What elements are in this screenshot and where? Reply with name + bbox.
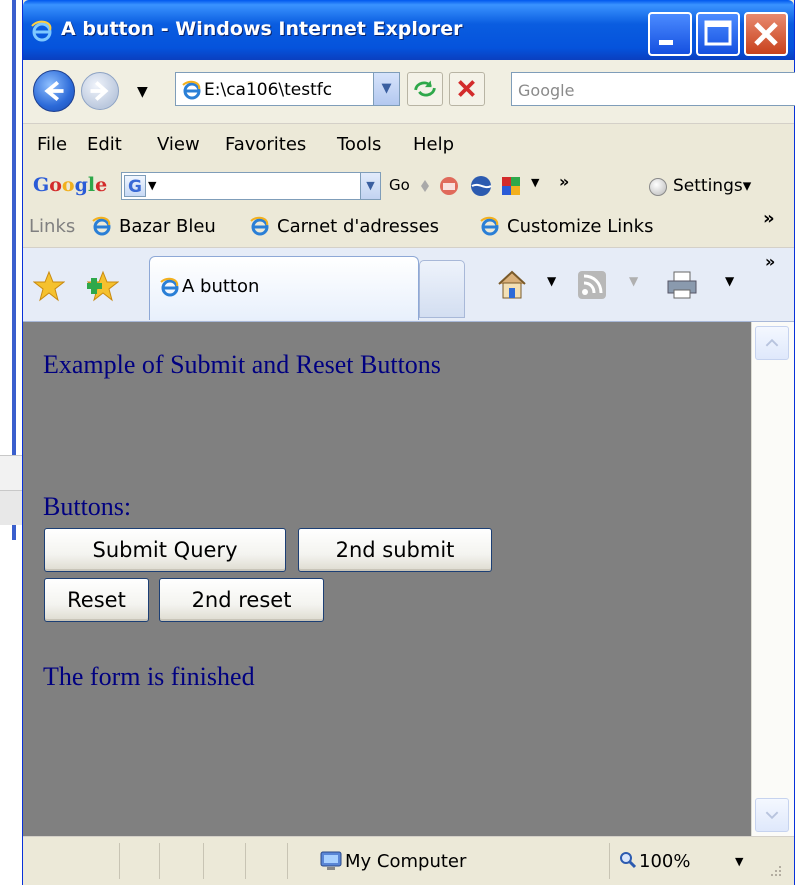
resize-grip-icon[interactable] xyxy=(763,862,785,882)
link-ie-icon xyxy=(92,216,111,236)
new-tab-button[interactable] xyxy=(419,260,465,318)
forward-arrow-icon xyxy=(90,81,109,101)
refresh-icon xyxy=(414,80,436,97)
search-box[interactable]: Google xyxy=(511,72,795,106)
tab-ie-icon xyxy=(160,277,179,297)
status-divider xyxy=(203,843,204,879)
feeds-dropdown-icon[interactable]: ▼ xyxy=(629,274,638,288)
ie-window: A button - Windows Internet Explorer ▼ E… xyxy=(22,0,795,885)
zoom-level[interactable]: 100% xyxy=(639,851,690,872)
links-bar: Links Bazar Bleu Carnet d'adresses Custo… xyxy=(23,206,794,248)
scroll-up-button[interactable] xyxy=(755,326,789,360)
google-g-icon[interactable]: G xyxy=(124,175,146,197)
status-divider xyxy=(245,843,246,879)
menu-edit[interactable]: Edit xyxy=(87,134,122,155)
status-divider xyxy=(159,843,160,879)
recent-pages-dropdown-icon[interactable]: ▼ xyxy=(137,84,148,100)
menu-file[interactable]: File xyxy=(37,134,67,155)
status-bar: My Computer 100% ▼ xyxy=(23,836,794,885)
zoom-dropdown-icon[interactable]: ▼ xyxy=(735,855,743,868)
bookmarks-dropdown-icon[interactable]: ▼ xyxy=(531,176,539,189)
feeds-icon[interactable] xyxy=(575,268,609,302)
menu-tools[interactable]: Tools xyxy=(337,134,381,155)
toolbar-separator-icon xyxy=(421,180,429,192)
stop-button[interactable] xyxy=(449,72,485,106)
title-bar[interactable]: A button - Windows Internet Explorer xyxy=(23,0,794,60)
forward-button[interactable] xyxy=(81,72,119,110)
vertical-scrollbar[interactable] xyxy=(751,322,794,836)
links-overflow-chevron[interactable]: » xyxy=(763,208,775,229)
ie-logo-icon xyxy=(31,20,52,42)
scroll-down-button[interactable] xyxy=(755,798,789,832)
links-label: Links xyxy=(29,216,76,237)
menu-bar: File Edit View Favorites Tools Help xyxy=(23,126,794,164)
status-divider xyxy=(287,843,288,879)
minimize-button[interactable] xyxy=(648,12,692,56)
address-dropdown-icon[interactable]: ▼ xyxy=(373,73,399,105)
link-bazar-bleu[interactable]: Bazar Bleu xyxy=(119,216,216,237)
second-submit-button[interactable]: 2nd submit xyxy=(298,528,492,572)
google-logo[interactable]: Google xyxy=(33,174,107,196)
google-menu-chevron-icon[interactable]: ▼ xyxy=(148,179,156,192)
maximize-icon xyxy=(704,20,732,46)
settings-button[interactable]: Settings▾ xyxy=(673,176,751,196)
navigation-bar: ▼ E:\ca106\testfc ▼ Google xyxy=(23,60,795,124)
close-button[interactable] xyxy=(744,12,788,56)
window-title: A button - Windows Internet Explorer xyxy=(61,18,463,40)
maximize-button[interactable] xyxy=(696,12,740,56)
tab-label: A button xyxy=(182,276,260,297)
address-bar[interactable]: E:\ca106\testfc ▼ xyxy=(175,72,400,106)
scroll-up-icon xyxy=(765,338,779,347)
security-zone-label: My Computer xyxy=(345,851,467,872)
bookmarks-icon[interactable] xyxy=(499,174,523,198)
back-button[interactable] xyxy=(33,70,75,112)
status-divider xyxy=(609,843,610,879)
minimize-icon xyxy=(659,40,673,45)
news-icon[interactable] xyxy=(437,174,461,198)
home-dropdown-icon[interactable]: ▼ xyxy=(547,274,556,288)
reset-button[interactable]: Reset xyxy=(44,578,149,622)
search-input[interactable]: Google xyxy=(518,81,574,100)
stop-icon xyxy=(458,80,475,97)
print-icon[interactable] xyxy=(665,268,699,302)
google-search-dropdown-icon[interactable]: ▼ xyxy=(360,173,380,199)
page-content: Example of Submit and Reset Buttons Butt… xyxy=(23,322,751,836)
link-customize-links[interactable]: Customize Links xyxy=(507,216,653,237)
tab-a-button[interactable]: A button xyxy=(149,256,419,320)
page-ie-icon xyxy=(182,80,201,100)
page-heading: Example of Submit and Reset Buttons xyxy=(43,350,441,379)
back-arrow-icon xyxy=(44,80,64,102)
google-overflow-chevron[interactable]: » xyxy=(559,172,569,191)
globe-icon[interactable] xyxy=(469,174,493,198)
form-finished-text: The form is finished xyxy=(43,662,255,691)
address-input[interactable]: E:\ca106\testfc xyxy=(204,80,366,100)
menu-favorites[interactable]: Favorites xyxy=(225,134,306,155)
print-dropdown-icon[interactable]: ▼ xyxy=(725,274,734,288)
status-divider xyxy=(119,843,120,879)
google-go-button[interactable]: Go xyxy=(389,176,410,194)
second-reset-button[interactable]: 2nd reset xyxy=(159,578,324,622)
link-carnet-adresses[interactable]: Carnet d'adresses xyxy=(277,216,439,237)
tab-overflow-chevron[interactable]: » xyxy=(765,252,775,271)
zoom-icon[interactable] xyxy=(619,851,637,869)
refresh-button[interactable] xyxy=(407,72,443,106)
my-computer-icon xyxy=(320,851,342,870)
scroll-down-icon xyxy=(765,811,779,820)
close-icon xyxy=(754,22,778,46)
menu-view[interactable]: View xyxy=(157,134,200,155)
home-icon[interactable] xyxy=(495,268,529,302)
add-favorite-icon[interactable] xyxy=(87,270,119,302)
submit-query-button[interactable]: Submit Query xyxy=(44,528,286,572)
favorites-star-icon[interactable] xyxy=(33,270,65,302)
link-ie-icon xyxy=(250,216,269,236)
link-ie-icon xyxy=(480,216,499,236)
buttons-label: Buttons: xyxy=(43,492,132,521)
settings-radio-icon xyxy=(649,178,667,196)
menu-help[interactable]: Help xyxy=(413,134,454,155)
tab-bar: A button ▼ ▼ ▼ » xyxy=(23,248,794,322)
google-toolbar: Google G ▼ ▼ Go ▼ » Settings▾ xyxy=(23,164,794,206)
google-search-field[interactable]: G ▼ ▼ xyxy=(121,172,381,200)
